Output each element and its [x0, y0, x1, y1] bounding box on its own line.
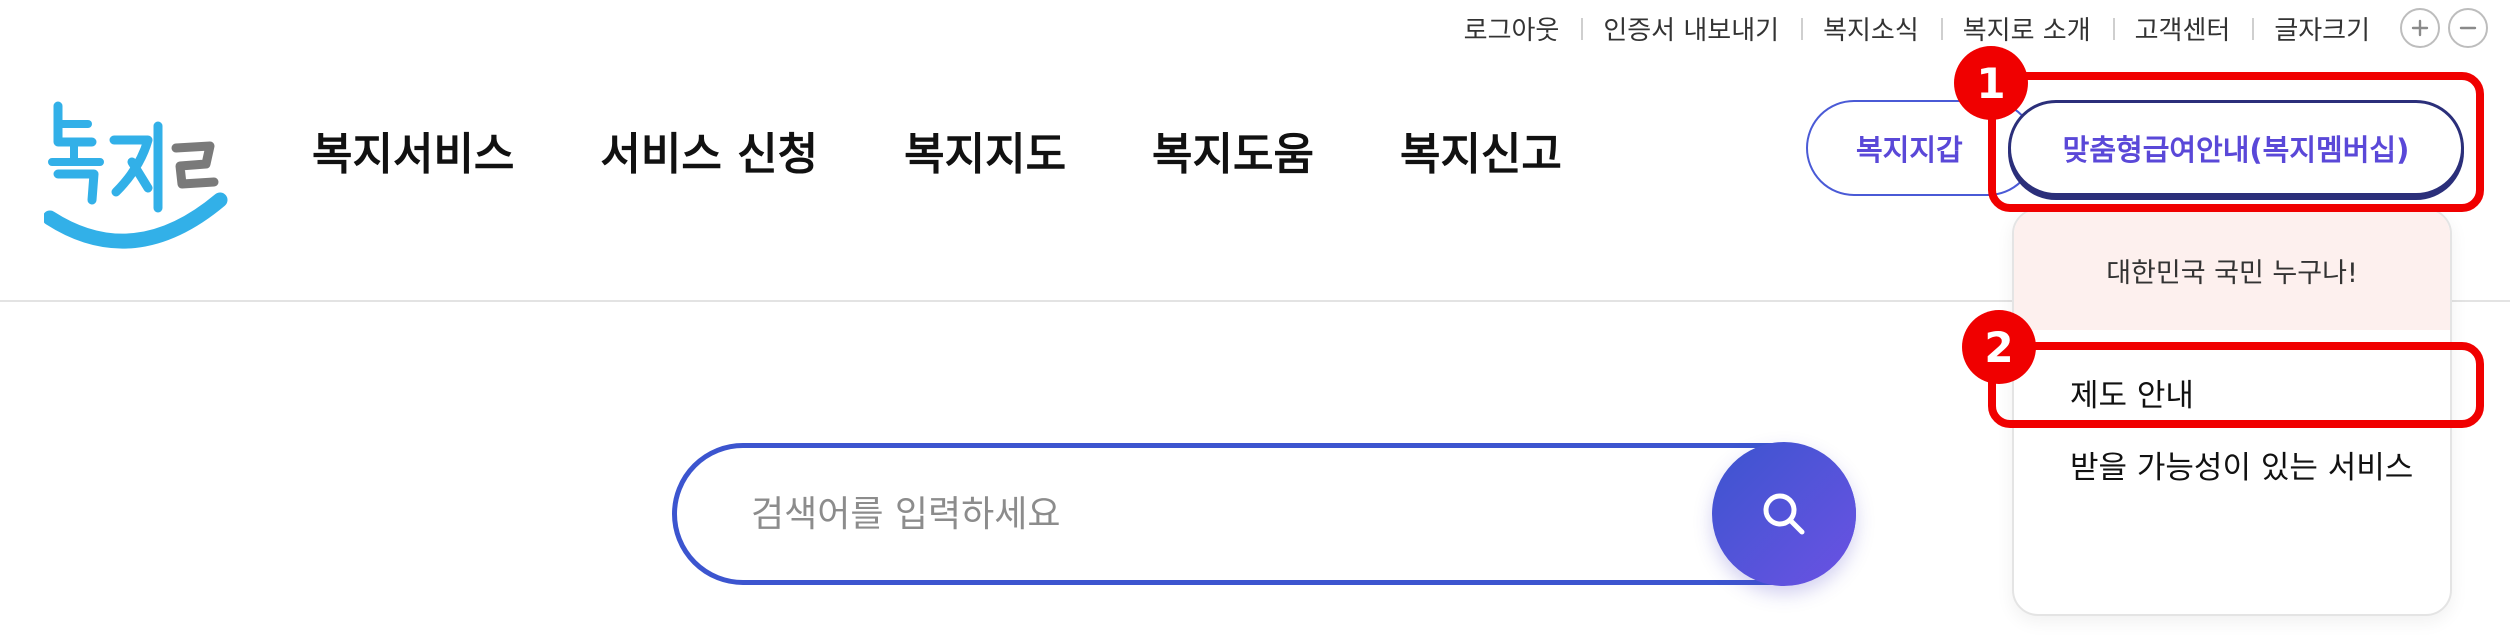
dropdown-item-possible-services[interactable]: 받을 가능성이 있는 서비스 — [2070, 442, 2413, 487]
search-icon — [1763, 493, 1805, 535]
step-badge-2: 2 — [1962, 310, 2036, 384]
font-increase-button[interactable] — [2400, 8, 2440, 48]
dropdown-header: 대한민국 국민 누구나! — [2014, 210, 2450, 330]
customer-center-link[interactable]: 고객센터 — [2112, 10, 2253, 47]
nav-welfare-help[interactable]: 복지도움 — [1152, 118, 1314, 182]
search-button[interactable] — [1712, 442, 1856, 586]
font-size-label: 글자크기 — [2252, 10, 2392, 47]
highlight-box-system-guide — [1988, 342, 2484, 428]
highlight-box-membership — [1988, 72, 2484, 212]
nav-welfare-report[interactable]: 복지신고 — [1400, 118, 1562, 182]
logout-link[interactable]: 로그아웃 — [1442, 10, 1582, 47]
search-input[interactable] — [751, 486, 1651, 542]
font-decrease-button[interactable] — [2448, 8, 2488, 48]
search-box — [672, 443, 1856, 585]
nav-welfare-map[interactable]: 복지지도 — [904, 118, 1066, 182]
main-navigation: 복지서비스 서비스 신청 복지지도 복지도움 복지신고 — [312, 118, 1648, 182]
bokjiro-logo[interactable] — [42, 96, 234, 266]
nav-service-application[interactable]: 서비스 신청 — [600, 118, 818, 182]
about-bokjiro-link[interactable]: 복지로 소개 — [1940, 10, 2113, 47]
nav-welfare-services[interactable]: 복지서비스 — [312, 118, 514, 182]
bokjiro-logo-mark — [42, 101, 228, 249]
welfare-news-link[interactable]: 복지소식 — [1801, 10, 1941, 47]
minus-icon — [2459, 26, 2477, 30]
plus-icon — [2411, 19, 2429, 37]
utility-bar: 로그아웃 인증서 내보내기 복지소식 복지로 소개 고객센터 글자크기 — [1442, 8, 2488, 48]
export-certificate-link[interactable]: 인증서 내보내기 — [1581, 10, 1801, 47]
step-badge-1: 1 — [1954, 46, 2028, 120]
